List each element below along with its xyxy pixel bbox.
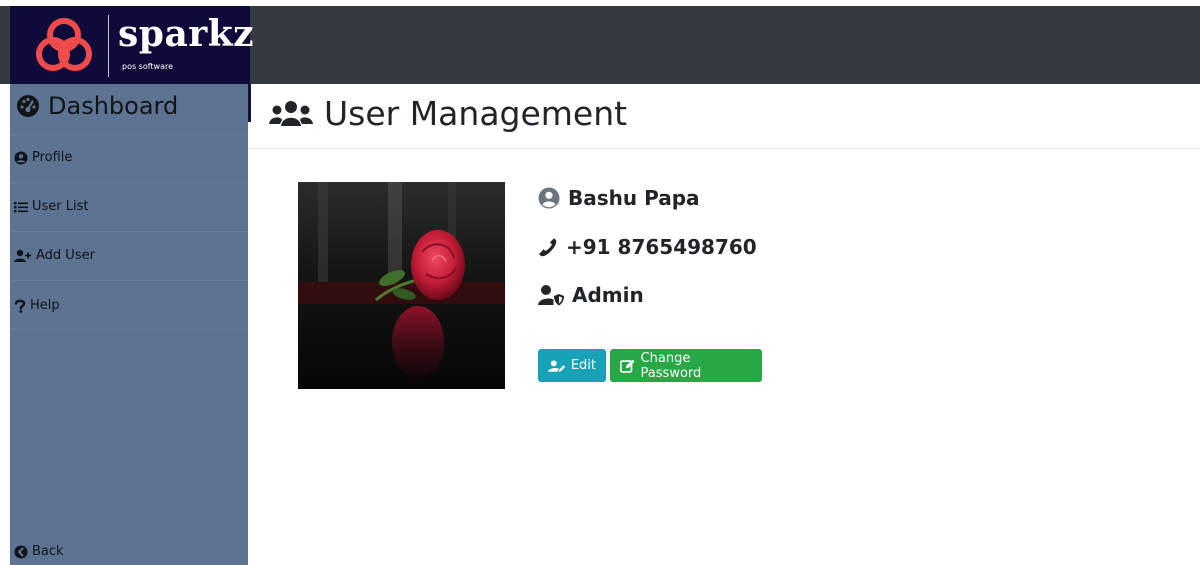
sidebar-active-indicator: [248, 84, 251, 122]
user-name-row: Bashu Papa: [538, 186, 700, 210]
logo-divider: [108, 15, 109, 77]
user-role: Admin: [572, 283, 644, 307]
user-plus-icon: [14, 249, 32, 262]
sidebar-divider: [10, 280, 248, 281]
sidebar-item-profile[interactable]: Profile: [14, 150, 72, 165]
sidebar-divider: [10, 134, 248, 135]
user-circle-icon: [14, 151, 28, 164]
user-circle-icon: [538, 187, 560, 209]
sidebar-item-label: Help: [30, 298, 60, 313]
sidebar-item-label: Add User: [36, 248, 95, 263]
edit-button-label: Edit: [570, 358, 596, 373]
sidebar-divider: [10, 329, 248, 330]
sidebar-item-help[interactable]: Help: [14, 298, 60, 313]
edit-icon: [620, 359, 635, 373]
sidebar-divider: [10, 182, 248, 183]
sidebar-item-add-user[interactable]: Add User: [14, 248, 95, 263]
tachometer-icon: [17, 95, 39, 117]
change-password-button[interactable]: Change Password: [610, 349, 762, 382]
user-phone-row: +91 8765498760: [538, 235, 757, 259]
user-phone: +91 8765498760: [566, 235, 757, 259]
edit-button[interactable]: Edit: [538, 349, 606, 382]
page-header: User Management: [268, 94, 627, 133]
user-shield-icon: [538, 285, 564, 306]
brand-logo[interactable]: sparkz pos software: [10, 6, 254, 84]
sidebar-item-label: Profile: [32, 150, 73, 165]
rose-photo-image: [298, 182, 505, 389]
sidebar-item-label: User List: [32, 199, 89, 214]
brand-name: sparkz: [118, 13, 255, 55]
brand-tagline: pos software: [122, 62, 174, 71]
question-icon: [14, 299, 26, 313]
user-name: Bashu Papa: [568, 186, 700, 210]
phone-icon: [539, 238, 557, 257]
page-title: User Management: [324, 94, 628, 133]
header-divider: [248, 148, 1200, 149]
sidebar-back-link[interactable]: Back: [14, 544, 64, 559]
back-label: Back: [32, 544, 64, 559]
user-photo: [298, 182, 505, 389]
user-role-row: Admin: [538, 283, 644, 307]
arrow-circle-left-icon: [14, 545, 28, 558]
sidebar-divider: [10, 231, 248, 232]
sidebar-title: Dashboard: [48, 92, 179, 120]
user-edit-icon: [548, 359, 566, 372]
sidebar-item-user-list[interactable]: User List: [14, 199, 89, 214]
users-icon: [269, 100, 313, 126]
change-password-label: Change Password: [640, 350, 702, 381]
sidebar-dashboard-link[interactable]: Dashboard: [16, 92, 178, 120]
sparkz-logo-icon: [36, 18, 92, 71]
list-icon: [14, 201, 28, 212]
